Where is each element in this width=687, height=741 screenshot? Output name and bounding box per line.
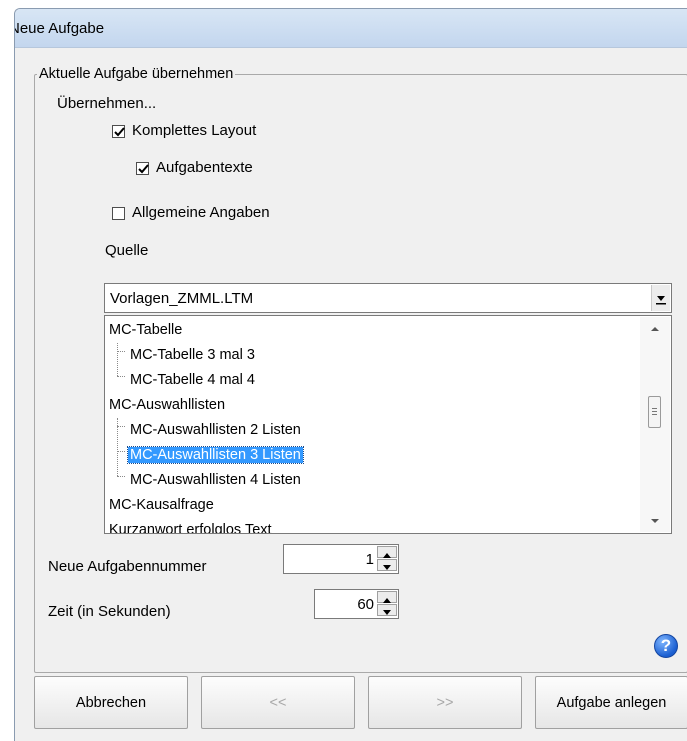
scroll-thumb[interactable] <box>648 396 661 428</box>
time-label: Zeit (in Sekunden) <box>48 603 171 620</box>
title-bar: Neue Aufgabe <box>15 9 687 48</box>
cancel-button[interactable]: Abbrechen <box>34 676 188 729</box>
tree-connector <box>117 451 125 452</box>
group-legend: Aktuelle Aufgabe übernehmen <box>37 66 236 82</box>
source-select[interactable]: Vorlagen_ZMML.LTM <box>104 283 672 313</box>
help-icon[interactable]: ? <box>654 634 678 658</box>
spin-up-button[interactable] <box>377 591 397 603</box>
tree-connector <box>117 476 125 477</box>
spin-down-button[interactable] <box>377 604 397 616</box>
aufgabentexte-checkbox[interactable] <box>136 162 149 175</box>
tree-item[interactable]: MC-Tabelle 4 mal 4 <box>130 372 255 388</box>
source-label: Quelle <box>105 242 149 259</box>
allgemeine-angaben-label[interactable]: Allgemeine Angaben <box>132 204 270 221</box>
komplettes-layout-label[interactable]: Komplettes Layout <box>132 122 256 139</box>
tree-connector <box>117 376 125 377</box>
chevron-down-icon <box>656 296 666 305</box>
tree-item[interactable]: MC-Kausalfrage <box>109 497 214 513</box>
source-dropdown-button[interactable] <box>651 285 670 311</box>
aufgabentexte-label[interactable]: Aufgabentexte <box>156 159 253 176</box>
task-number-value[interactable]: 1 <box>366 551 374 568</box>
arrow-down-icon <box>383 610 391 615</box>
tree-connector <box>117 426 125 427</box>
template-tree[interactable]: MC-Tabelle MC-Tabelle 3 mal 3 MC-Tabelle… <box>104 315 672 534</box>
task-number-label: Neue Aufgabennummer <box>48 558 207 575</box>
tree-scrollbar[interactable] <box>640 317 670 532</box>
tree-item[interactable]: MC-Auswahllisten 4 Listen <box>130 472 301 488</box>
scroll-down-icon[interactable] <box>650 517 660 525</box>
spin-down-button[interactable] <box>377 559 397 571</box>
window-title: Neue Aufgabe <box>14 20 105 37</box>
task-number-stepper[interactable]: 1 <box>283 544 399 574</box>
tree-connector <box>117 343 118 376</box>
tree-item[interactable]: MC-Auswahllisten 2 Listen <box>130 422 301 438</box>
source-select-value: Vorlagen_ZMML.LTM <box>110 290 254 307</box>
spin-up-button[interactable] <box>377 546 397 558</box>
previous-button[interactable]: << <box>201 676 355 729</box>
tree-item[interactable]: Kurzanwort erfolglos Text <box>109 522 272 533</box>
checkmark-icon <box>138 164 149 174</box>
tree-item-selected[interactable]: MC-Auswahllisten 3 Listen <box>127 446 304 464</box>
grip-icon <box>652 408 657 415</box>
dialog-window: Neue Aufgabe Aktuelle Aufgabe übernehmen… <box>14 8 687 741</box>
checkmark-icon <box>114 127 125 137</box>
scroll-up-icon[interactable] <box>650 325 660 333</box>
time-value[interactable]: 60 <box>357 596 374 613</box>
tree-item[interactable]: MC-Tabelle 3 mal 3 <box>130 347 255 363</box>
create-task-button[interactable]: Aufgabe anlegen <box>535 676 687 729</box>
tree-item[interactable]: MC-Tabelle <box>109 322 182 338</box>
tree-item[interactable]: MC-Auswahllisten <box>109 397 225 413</box>
allgemeine-angaben-checkbox[interactable] <box>112 207 125 220</box>
take-over-label: Übernehmen... <box>57 95 157 112</box>
arrow-down-icon <box>383 565 391 570</box>
komplettes-layout-checkbox[interactable] <box>112 125 125 138</box>
next-button[interactable]: >> <box>368 676 522 729</box>
time-stepper[interactable]: 60 <box>314 589 399 619</box>
tree-connector <box>117 351 125 352</box>
